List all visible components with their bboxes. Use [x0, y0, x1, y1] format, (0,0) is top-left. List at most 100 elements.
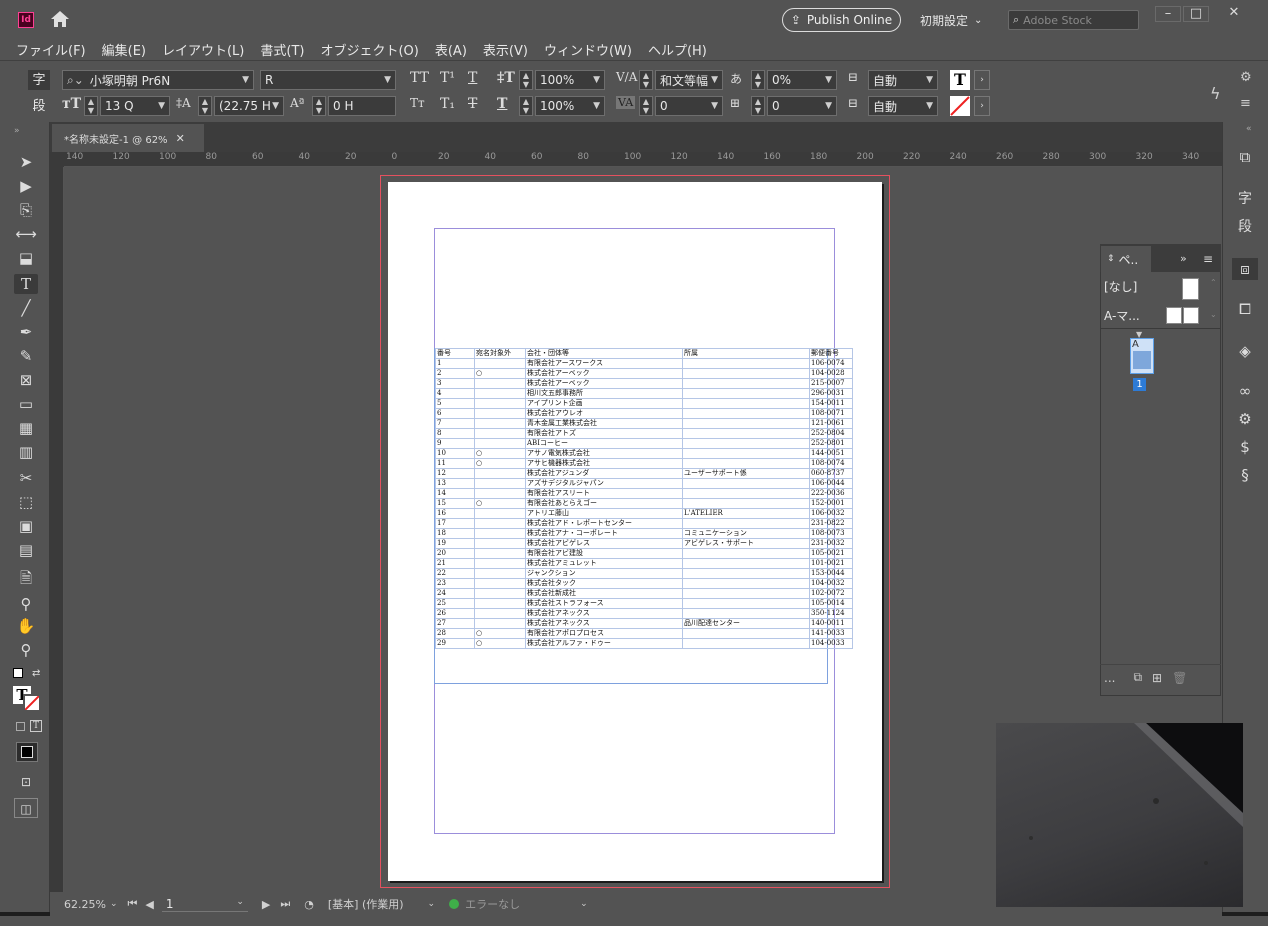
cell-postal-code[interactable]: 104-0033: [809, 638, 853, 649]
chevron-down-icon[interactable]: ⌄: [428, 899, 436, 909]
subscript-icon[interactable]: T₁: [440, 96, 455, 112]
leading-stepper[interactable]: ▲ ▼: [198, 96, 212, 116]
cell-department[interactable]: [682, 608, 810, 619]
tsume-stepper[interactable]: ▲ ▼: [751, 70, 765, 90]
close-window-button[interactable]: ✕: [1221, 6, 1247, 22]
trash-icon[interactable]: 🗑: [1172, 671, 1187, 685]
menu-window[interactable]: ウィンドウ(W): [544, 40, 632, 59]
cell-exclude[interactable]: ○: [474, 368, 526, 379]
cell-department[interactable]: [682, 638, 810, 649]
links-page-icon[interactable]: ⧠: [1232, 298, 1258, 320]
chevron-right-icon[interactable]: ›: [974, 70, 990, 90]
tsume-field[interactable]: 0% ▼: [767, 70, 837, 90]
ruler-origin[interactable]: [50, 152, 64, 167]
chevron-right-icon[interactable]: ›: [974, 96, 990, 116]
menu-edit[interactable]: 編集(E): [102, 40, 146, 59]
cell-postal-code[interactable]: 231-0822: [809, 518, 853, 529]
preview-mode-icon[interactable]: ◫: [14, 798, 38, 818]
formatting-container-icon[interactable]: [16, 722, 25, 731]
cell-company[interactable]: 株式会社アーベック: [525, 378, 683, 389]
cell-exclude[interactable]: ○: [474, 448, 526, 459]
expand-arrows-icon[interactable]: «: [1246, 124, 1252, 134]
cell-number[interactable]: 5: [435, 398, 475, 409]
auto-field-2[interactable]: 自動 ▼: [868, 96, 938, 116]
cell-postal-code[interactable]: 106-0074: [809, 358, 853, 369]
close-icon[interactable]: ✕: [176, 132, 185, 145]
tracking-stepper[interactable]: ▲ ▼: [639, 96, 653, 116]
apply-color-icon[interactable]: [16, 742, 38, 762]
header-number[interactable]: 番号: [435, 348, 475, 359]
hand-tool-icon[interactable]: ✋: [14, 616, 38, 636]
cell-department[interactable]: [682, 578, 810, 589]
cell-department[interactable]: [682, 368, 810, 379]
panel-menu-icon[interactable]: ≡: [1240, 96, 1251, 111]
cell-postal-code[interactable]: 152-0001: [809, 498, 853, 509]
cell-postal-code[interactable]: 108-0073: [809, 528, 853, 539]
header-postal-code[interactable]: 郵便番号: [809, 348, 853, 359]
cell-department[interactable]: コミュニケーション: [682, 528, 810, 539]
header-department[interactable]: 所属: [682, 348, 810, 359]
cell-department[interactable]: 品川配達センター: [682, 618, 810, 629]
address-table[interactable]: 番号 宛名対象外 会社・団体等 所属 郵便番号 1 有限会社アースワークス 106-…: [435, 348, 853, 649]
underline-icon[interactable]: T: [468, 70, 477, 86]
cell-number[interactable]: 10: [435, 448, 475, 459]
cell-number[interactable]: 22: [435, 568, 475, 579]
cell-company[interactable]: 相川文五郎事務所: [525, 388, 683, 399]
cell-company[interactable]: ジャンクション: [525, 568, 683, 579]
cell-number[interactable]: 4: [435, 388, 475, 399]
adobe-stock-search[interactable]: ⌕ Adobe Stock: [1008, 10, 1139, 30]
gap-tool-icon[interactable]: ⟷: [14, 224, 38, 244]
cell-company[interactable]: 株式会社アド・レポートセンター: [525, 518, 683, 529]
aki-field[interactable]: 0 ▼: [767, 96, 837, 116]
cell-exclude[interactable]: ○: [474, 638, 526, 649]
cell-department[interactable]: [682, 458, 810, 469]
cell-exclude[interactable]: [474, 598, 526, 609]
cell-department[interactable]: [682, 588, 810, 599]
cell-number[interactable]: 26: [435, 608, 475, 619]
cell-postal-code[interactable]: 102-0072: [809, 588, 853, 599]
scroll-up-icon[interactable]: ⌃: [1210, 278, 1217, 287]
cell-postal-code[interactable]: 350-1124: [809, 608, 853, 619]
cell-company[interactable]: 有限会社アースワークス: [525, 358, 683, 369]
page-tool-icon[interactable]: ⎘: [14, 200, 38, 220]
cell-postal-code[interactable]: 101-0021: [809, 558, 853, 569]
panel-menu-icon[interactable]: ≡: [1203, 252, 1213, 266]
cell-number[interactable]: 13: [435, 478, 475, 489]
paragraph-panel-icon[interactable]: 段: [1232, 216, 1258, 238]
cell-department[interactable]: [682, 558, 810, 569]
direct-selection-tool-icon[interactable]: ▶: [14, 176, 38, 196]
cell-exclude[interactable]: [474, 518, 526, 529]
cell-number[interactable]: 14: [435, 488, 475, 499]
page-size-menu[interactable]: ...: [1104, 671, 1115, 685]
gradient-swatch-tool-icon[interactable]: ▣: [14, 516, 38, 536]
horizontal-scale-field[interactable]: 100% ▼: [535, 96, 605, 116]
character-mode-toggle[interactable]: 字: [28, 70, 50, 90]
type-tool-icon[interactable]: T: [14, 274, 38, 294]
page-number-field[interactable]: 1 ⌄: [161, 896, 248, 912]
auto-field-1[interactable]: 自動 ▼: [868, 70, 938, 90]
cell-postal-code[interactable]: 108-0074: [809, 458, 853, 469]
scissors-tool-icon[interactable]: ✂: [14, 468, 38, 488]
master-a-label[interactable]: A-マ...: [1104, 307, 1140, 324]
document-tab[interactable]: *名称未設定-1 @ 62% ✕: [52, 124, 204, 152]
cell-number[interactable]: 3: [435, 378, 475, 389]
menu-file[interactable]: ファイル(F): [16, 40, 86, 59]
cell-number[interactable]: 1: [435, 358, 475, 369]
menu-table[interactable]: 表(A): [435, 40, 467, 59]
cell-exclude[interactable]: [474, 578, 526, 589]
collapse-arrows-icon[interactable]: »: [14, 126, 20, 136]
cell-company[interactable]: 株式会社アネックス: [525, 608, 683, 619]
menu-object[interactable]: オブジェクト(O): [320, 40, 418, 59]
cell-postal-code[interactable]: 154-0011: [809, 398, 853, 409]
minimize-button[interactable]: –: [1155, 6, 1181, 22]
cell-exclude[interactable]: [474, 488, 526, 499]
formatting-text-icon[interactable]: T: [30, 720, 42, 732]
cell-number[interactable]: 19: [435, 538, 475, 549]
cell-company[interactable]: アズサデジタルジャパン: [525, 478, 683, 489]
swap-colors-icon[interactable]: ⇄: [32, 668, 40, 679]
paragraph-mode-toggle[interactable]: 段: [28, 96, 50, 116]
layers-icon[interactable]: ◈: [1232, 340, 1258, 362]
cell-number[interactable]: 21: [435, 558, 475, 569]
note-tool-icon[interactable]: 🗎: [14, 568, 38, 588]
tracking-field[interactable]: 0 ▼: [655, 96, 723, 116]
